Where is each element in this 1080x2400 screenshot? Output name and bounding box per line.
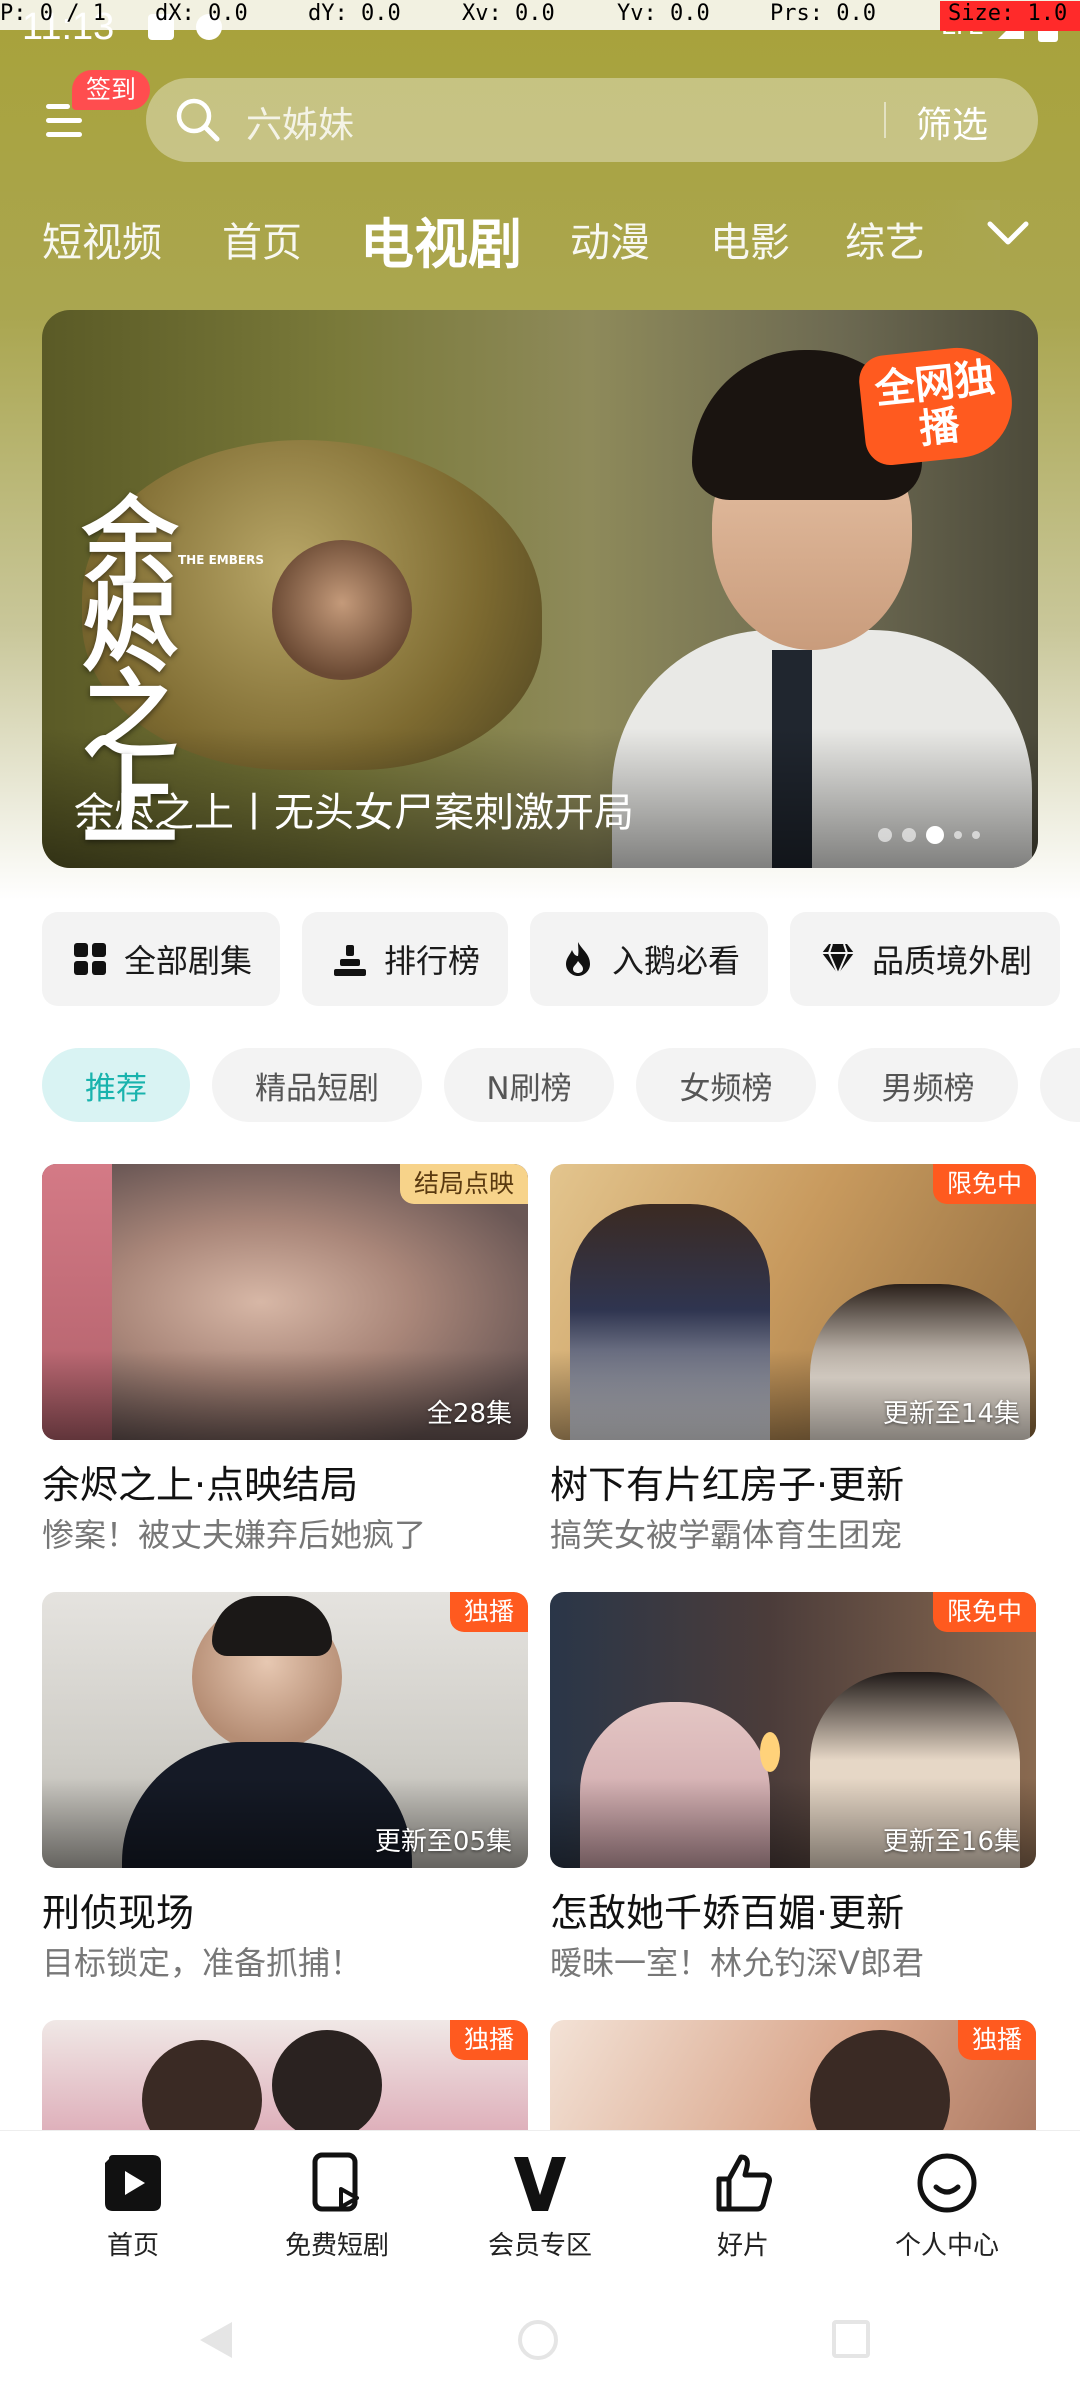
channel-tabs: 短视频 首页 电视剧 动漫 电影 综艺 [0, 200, 1080, 280]
episode-count: 更新至16集 [882, 1827, 1020, 1857]
tab-variety[interactable]: 综艺 [845, 210, 925, 268]
debug-size: Size: 1.0 [940, 1, 1080, 31]
bottom-tab-label: 免费短剧 [284, 2231, 389, 2261]
quick-all-series[interactable]: 全部剧集 [42, 912, 280, 1006]
diamond-icon [821, 943, 854, 977]
bottom-tab-home[interactable]: 首页 [43, 2151, 223, 2271]
debug-xv: Xv: 0.0 [462, 1, 555, 26]
video-subtitle: 搞笑女被学霸体育生团宠 [550, 1516, 903, 1554]
tab-movie[interactable]: 电影 [710, 210, 790, 268]
chip-more[interactable] [1040, 1048, 1080, 1122]
quick-must-watch-label: 入鹅必看 [611, 942, 740, 980]
recents-icon[interactable] [832, 2320, 870, 2358]
debug-prs: Prs: 0.0 [770, 1, 876, 26]
episode-count: 更新至14集 [882, 1399, 1020, 1429]
episode-count: 更新至05集 [374, 1827, 512, 1857]
banner-dot [972, 831, 980, 839]
debug-pointer: P: 0 / 1 [0, 1, 106, 26]
bottom-tab-label: 会员专区 [487, 2231, 592, 2261]
quick-overseas-series[interactable]: 品质境外剧 [790, 912, 1060, 1006]
system-navigation-bar [0, 2280, 1080, 2400]
video-thumbnail[interactable]: 限免中 更新至16集 [550, 1592, 1036, 1868]
video-tag: 限免中 [932, 1592, 1036, 1632]
video-title[interactable]: 刑侦现场 [42, 1882, 194, 1937]
banner-pagination [878, 826, 980, 844]
video-subtitle: 目标锁定，准备抓捕！ [42, 1944, 363, 1982]
video-subtitle: 暧昧一室！林允钓深V郎君 [550, 1944, 924, 1982]
tab-short-video[interactable]: 短视频 [42, 210, 162, 268]
episode-count: 全28集 [426, 1399, 512, 1429]
banner-show-logo-sub: THE EMBERS [178, 553, 264, 567]
debug-dx: dX: 0.0 [155, 1, 248, 26]
bottom-tab-free-drama[interactable]: 免费短剧 [247, 2151, 427, 2271]
bottom-tab-label: 个人中心 [894, 2231, 999, 2261]
search-bar[interactable]: 六姊妹 筛选 [146, 78, 1038, 162]
smile-icon [917, 2153, 977, 2213]
video-thumbnail[interactable]: 结局点映 全28集 [42, 1164, 528, 1440]
search-icon [176, 98, 220, 142]
video-thumbnail[interactable]: 独播 更新至05集 [42, 1592, 528, 1868]
quick-all-series-label: 全部剧集 [123, 942, 252, 980]
tab-home[interactable]: 首页 [222, 210, 302, 268]
chevron-down-icon[interactable] [980, 214, 1036, 254]
hero-banner[interactable]: 余烬之上 THE EMBERS 全网独播 余烬之上丨无头女尸案刺激开局 [42, 310, 1038, 868]
banner-show-logo: 余烬之上 [82, 486, 178, 859]
video-tag: 独播 [449, 2020, 528, 2060]
video-tag: 独播 [449, 1592, 528, 1632]
home-icon[interactable] [518, 2320, 558, 2360]
tab-tv-series[interactable]: 电视剧 [360, 200, 522, 279]
bottom-tab-vip[interactable]: 会员专区 [450, 2151, 630, 2271]
chip-rewatch-ranking[interactable]: N刷榜 [444, 1048, 614, 1122]
video-tag: 独播 [957, 2020, 1036, 2060]
bottom-tab-bar: 首页 免费短剧 会员专区 好片 个人中心 [0, 2130, 1080, 2280]
video-title[interactable]: 怎敌她千娇百媚·更新 [550, 1882, 904, 1937]
search-divider [884, 102, 886, 138]
video-tag: 结局点映 [399, 1164, 528, 1204]
banner-artwork-face [272, 540, 412, 680]
checkin-badge[interactable]: 签到 [72, 70, 151, 110]
bottom-tab-label: 首页 [106, 2231, 159, 2261]
banner-dot [902, 828, 916, 842]
banner-title: 余烬之上丨无头女尸案刺激开局 [74, 790, 634, 836]
grid-icon [73, 943, 106, 975]
debug-yv: Yv: 0.0 [617, 1, 710, 26]
quick-ranking-label: 排行榜 [383, 942, 480, 980]
video-tag: 限免中 [932, 1164, 1036, 1204]
banner-dot [878, 828, 892, 842]
phone-play-icon [312, 2152, 359, 2212]
thumbs-up-icon [716, 2154, 772, 2212]
back-icon[interactable] [200, 2322, 232, 2358]
video-title[interactable]: 余烬之上·点映结局 [42, 1454, 358, 1509]
chip-recommended[interactable]: 推荐 [42, 1048, 190, 1122]
quick-overseas-series-label: 品质境外剧 [871, 942, 1032, 980]
filter-button[interactable]: 筛选 [916, 96, 988, 148]
chip-short-drama[interactable]: 精品短剧 [212, 1048, 422, 1122]
debug-dy: dY: 0.0 [308, 1, 401, 26]
play-icon [105, 2155, 161, 2211]
quick-ranking[interactable]: 排行榜 [302, 912, 508, 1006]
tab-anime[interactable]: 动漫 [570, 210, 650, 268]
quick-must-watch[interactable]: 入鹅必看 [530, 912, 768, 1006]
chip-female-ranking[interactable]: 女频榜 [636, 1048, 816, 1122]
bottom-tab-profile[interactable]: 个人中心 [857, 2151, 1037, 2271]
video-thumbnail[interactable]: 限免中 更新至14集 [550, 1164, 1036, 1440]
banner-dot-active [926, 826, 944, 844]
bottom-tab-good-films[interactable]: 好片 [653, 2151, 833, 2271]
video-title[interactable]: 树下有片红房子·更新 [550, 1454, 904, 1509]
pointer-debug-overlay: P: 0 / 1 dX: 0.0 dY: 0.0 Xv: 0.0 Yv: 0.0… [0, 0, 1080, 31]
bottom-tab-label: 好片 [716, 2231, 769, 2261]
banner-dot [954, 831, 962, 839]
vip-v-icon [514, 2157, 566, 2211]
video-subtitle: 惨案！被丈夫嫌弃后她疯了 [42, 1516, 427, 1554]
chip-male-ranking[interactable]: 男频榜 [838, 1048, 1018, 1122]
flame-icon [565, 942, 590, 976]
search-input[interactable]: 六姊妹 [246, 96, 354, 148]
podium-icon [333, 945, 366, 976]
